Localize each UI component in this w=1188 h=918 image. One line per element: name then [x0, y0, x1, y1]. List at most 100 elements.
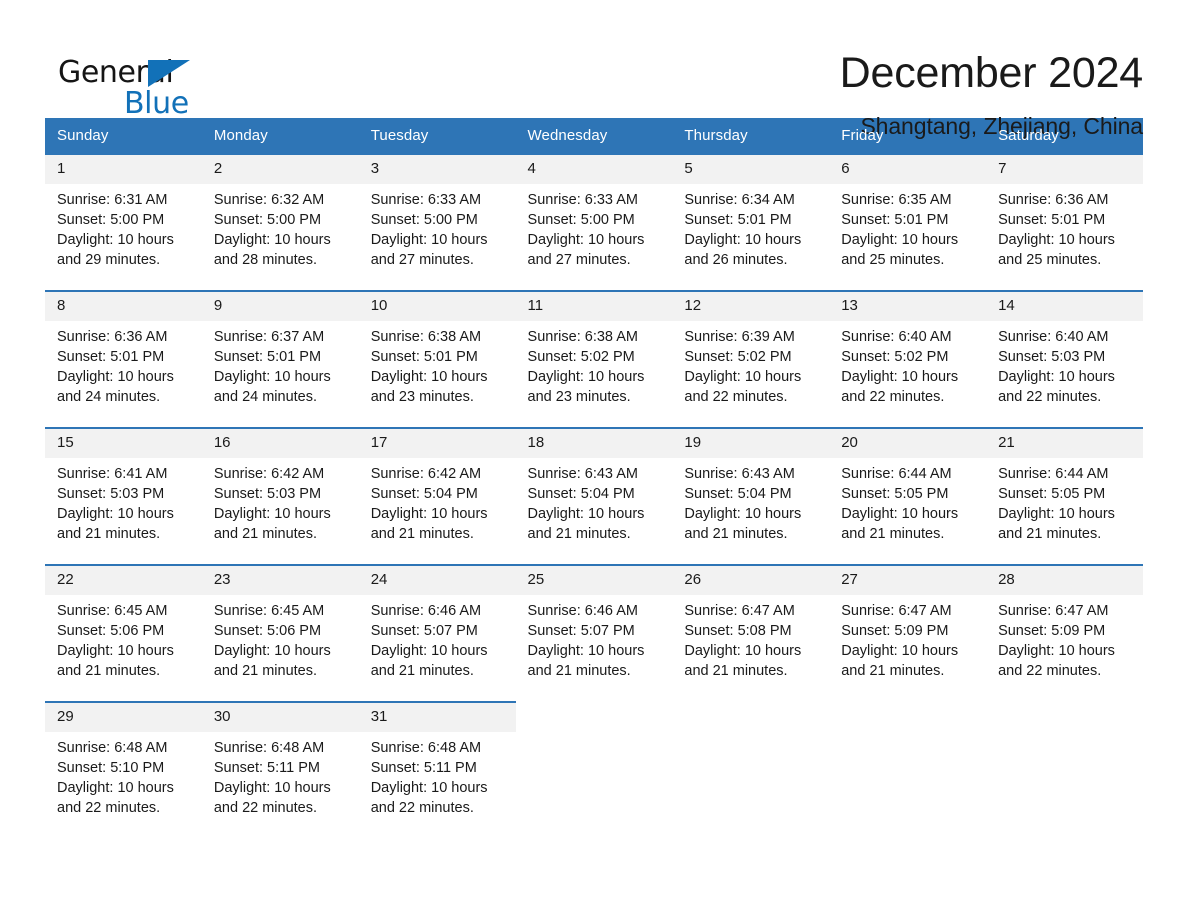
- daylight-text-line1: Daylight: 10 hours: [370, 643, 488, 659]
- daylight-text-line2: and 22 minutes.: [841, 389, 945, 405]
- day-cell[interactable]: 8 Sunrise: 6:36 AM Sunset: 5:01 PM Dayli…: [45, 290, 202, 428]
- calendar-page: General Blue December 2024 Shangtang, Zh…: [0, 0, 1188, 918]
- sunrise-text: Sunrise: 6:38 AM: [370, 329, 482, 345]
- daylight-text-line1: Daylight: 10 hours: [841, 369, 959, 385]
- daylight-text-line1: Daylight: 10 hours: [684, 643, 802, 659]
- day-cell[interactable]: 9 Sunrise: 6:37 AM Sunset: 5:01 PM Dayli…: [201, 290, 359, 428]
- day-cell[interactable]: 24 Sunrise: 6:46 AM Sunset: 5:07 PM Dayl…: [358, 564, 516, 702]
- day-details: Sunrise: 6:34 AM Sunset: 5:01 PM Dayligh…: [672, 184, 829, 270]
- day-cell[interactable]: 6 Sunrise: 6:35 AM Sunset: 5:01 PM Dayli…: [829, 153, 987, 291]
- sunrise-text: Sunrise: 6:48 AM: [57, 740, 168, 756]
- sunset-text: Sunset: 5:01 PM: [213, 349, 322, 365]
- day-cell[interactable]: 31 Sunrise: 6:48 AM Sunset: 5:11 PM Dayl…: [358, 701, 516, 838]
- daylight-text-line2: and 21 minutes.: [370, 663, 474, 679]
- daylight-text-line2: and 22 minutes.: [998, 389, 1102, 405]
- day-number: 21: [986, 429, 1143, 458]
- day-cell[interactable]: 17 Sunrise: 6:42 AM Sunset: 5:04 PM Dayl…: [358, 427, 516, 565]
- daylight-text-line2: and 26 minutes.: [684, 252, 788, 268]
- general-blue-logo: General Blue: [45, 46, 225, 121]
- day-cell[interactable]: 11 Sunrise: 6:38 AM Sunset: 5:02 PM Dayl…: [515, 290, 673, 428]
- day-cell[interactable]: 16 Sunrise: 6:42 AM Sunset: 5:03 PM Dayl…: [201, 427, 359, 565]
- day-details: Sunrise: 6:47 AM Sunset: 5:09 PM Dayligh…: [986, 595, 1143, 681]
- day-cell[interactable]: 10 Sunrise: 6:38 AM Sunset: 5:01 PM Dayl…: [358, 290, 516, 428]
- daylight-text-line1: Daylight: 10 hours: [57, 780, 174, 796]
- sunrise-text: Sunrise: 6:39 AM: [684, 329, 795, 345]
- sunrise-text: Sunrise: 6:45 AM: [213, 603, 325, 619]
- day-cell[interactable]: 5 Sunrise: 6:34 AM Sunset: 5:01 PM Dayli…: [672, 153, 830, 291]
- day-cell[interactable]: 27 Sunrise: 6:47 AM Sunset: 5:09 PM Dayl…: [829, 564, 987, 702]
- sunrise-text: Sunrise: 6:48 AM: [213, 740, 325, 756]
- day-cell[interactable]: 19 Sunrise: 6:43 AM Sunset: 5:04 PM Dayl…: [672, 427, 830, 565]
- sunset-text: Sunset: 5:00 PM: [213, 212, 322, 228]
- day-details: Sunrise: 6:42 AM Sunset: 5:03 PM Dayligh…: [202, 458, 359, 544]
- sunrise-text: Sunrise: 6:33 AM: [527, 192, 638, 208]
- day-cell[interactable]: 13 Sunrise: 6:40 AM Sunset: 5:02 PM Dayl…: [829, 290, 987, 428]
- daylight-text-line1: Daylight: 10 hours: [841, 643, 959, 659]
- sunrise-text: Sunrise: 6:44 AM: [998, 466, 1109, 482]
- day-details: Sunrise: 6:48 AM Sunset: 5:11 PM Dayligh…: [359, 732, 516, 818]
- day-cell[interactable]: 1 Sunrise: 6:31 AM Sunset: 5:00 PM Dayli…: [45, 153, 202, 291]
- sunrise-text: Sunrise: 6:34 AM: [684, 192, 795, 208]
- day-details: Sunrise: 6:38 AM Sunset: 5:01 PM Dayligh…: [359, 321, 516, 407]
- day-number: 25: [515, 566, 673, 595]
- daylight-text-line2: and 21 minutes.: [841, 663, 945, 679]
- day-number: [672, 703, 830, 712]
- sunset-text: Sunset: 5:06 PM: [57, 623, 165, 639]
- day-details: Sunrise: 6:38 AM Sunset: 5:02 PM Dayligh…: [516, 321, 673, 407]
- sunrise-text: Sunrise: 6:33 AM: [370, 192, 482, 208]
- day-details: Sunrise: 6:47 AM Sunset: 5:08 PM Dayligh…: [672, 595, 829, 681]
- day-details: Sunrise: 6:41 AM Sunset: 5:03 PM Dayligh…: [45, 458, 202, 544]
- daylight-text-line2: and 25 minutes.: [998, 252, 1102, 268]
- sunset-text: Sunset: 5:09 PM: [998, 623, 1106, 639]
- sunset-text: Sunset: 5:00 PM: [370, 212, 478, 228]
- day-number: 27: [829, 566, 987, 595]
- day-cell[interactable]: 14 Sunrise: 6:40 AM Sunset: 5:03 PM Dayl…: [986, 290, 1143, 428]
- sunset-text: Sunset: 5:00 PM: [57, 212, 165, 228]
- day-cell[interactable]: 20 Sunrise: 6:44 AM Sunset: 5:05 PM Dayl…: [829, 427, 987, 565]
- daylight-text-line1: Daylight: 10 hours: [998, 369, 1115, 385]
- sunrise-text: Sunrise: 6:35 AM: [841, 192, 952, 208]
- page-header: General Blue December 2024 Shangtang, Zh…: [45, 0, 1143, 139]
- calendar-week-row: 8 Sunrise: 6:36 AM Sunset: 5:01 PM Dayli…: [45, 290, 1143, 428]
- daylight-text-line1: Daylight: 10 hours: [213, 369, 331, 385]
- daylight-text-line1: Daylight: 10 hours: [213, 780, 331, 796]
- day-cell[interactable]: 21 Sunrise: 6:44 AM Sunset: 5:05 PM Dayl…: [986, 427, 1143, 565]
- daylight-text-line2: and 21 minutes.: [213, 663, 318, 679]
- day-cell[interactable]: 7 Sunrise: 6:36 AM Sunset: 5:01 PM Dayli…: [986, 153, 1143, 291]
- day-cell[interactable]: 12 Sunrise: 6:39 AM Sunset: 5:02 PM Dayl…: [672, 290, 830, 428]
- day-number: 24: [358, 566, 516, 595]
- daylight-text-line2: and 29 minutes.: [57, 252, 161, 268]
- day-cell[interactable]: 18 Sunrise: 6:43 AM Sunset: 5:04 PM Dayl…: [515, 427, 673, 565]
- daylight-text-line1: Daylight: 10 hours: [213, 506, 331, 522]
- day-cell[interactable]: 28 Sunrise: 6:47 AM Sunset: 5:09 PM Dayl…: [986, 564, 1143, 702]
- daylight-text-line1: Daylight: 10 hours: [527, 369, 645, 385]
- day-cell[interactable]: 22 Sunrise: 6:45 AM Sunset: 5:06 PM Dayl…: [45, 564, 202, 702]
- day-cell[interactable]: 2 Sunrise: 6:32 AM Sunset: 5:00 PM Dayli…: [201, 153, 359, 291]
- sunset-text: Sunset: 5:05 PM: [841, 486, 949, 502]
- day-cell[interactable]: 4 Sunrise: 6:33 AM Sunset: 5:00 PM Dayli…: [515, 153, 673, 291]
- daylight-text-line1: Daylight: 10 hours: [57, 506, 174, 522]
- daylight-text-line2: and 22 minutes.: [370, 800, 474, 816]
- daylight-text-line2: and 22 minutes.: [684, 389, 788, 405]
- day-number: 18: [515, 429, 673, 458]
- daylight-text-line1: Daylight: 10 hours: [57, 643, 174, 659]
- day-cell[interactable]: 26 Sunrise: 6:47 AM Sunset: 5:08 PM Dayl…: [672, 564, 830, 702]
- logo-text-blue: Blue: [124, 86, 189, 121]
- day-number: 20: [829, 429, 987, 458]
- daylight-text-line1: Daylight: 10 hours: [998, 643, 1115, 659]
- day-cell[interactable]: 23 Sunrise: 6:45 AM Sunset: 5:06 PM Dayl…: [201, 564, 359, 702]
- sunrise-text: Sunrise: 6:36 AM: [57, 329, 168, 345]
- sunset-text: Sunset: 5:11 PM: [213, 760, 320, 776]
- sunrise-text: Sunrise: 6:43 AM: [527, 466, 638, 482]
- day-cell[interactable]: 29 Sunrise: 6:48 AM Sunset: 5:10 PM Dayl…: [45, 701, 202, 838]
- daylight-text-line2: and 21 minutes.: [527, 663, 631, 679]
- day-cell[interactable]: 30 Sunrise: 6:48 AM Sunset: 5:11 PM Dayl…: [201, 701, 359, 838]
- day-cell[interactable]: 15 Sunrise: 6:41 AM Sunset: 5:03 PM Dayl…: [45, 427, 202, 565]
- daylight-text-line2: and 28 minutes.: [213, 252, 318, 268]
- weekday-header-sunday: Sunday: [45, 118, 202, 154]
- day-cell[interactable]: 25 Sunrise: 6:46 AM Sunset: 5:07 PM Dayl…: [515, 564, 673, 702]
- calendar-table: Sunday Monday Tuesday Wednesday Thursday…: [45, 118, 1143, 838]
- day-cell[interactable]: 3 Sunrise: 6:33 AM Sunset: 5:00 PM Dayli…: [358, 153, 516, 291]
- daylight-text-line1: Daylight: 10 hours: [684, 369, 802, 385]
- day-number: 3: [358, 155, 516, 184]
